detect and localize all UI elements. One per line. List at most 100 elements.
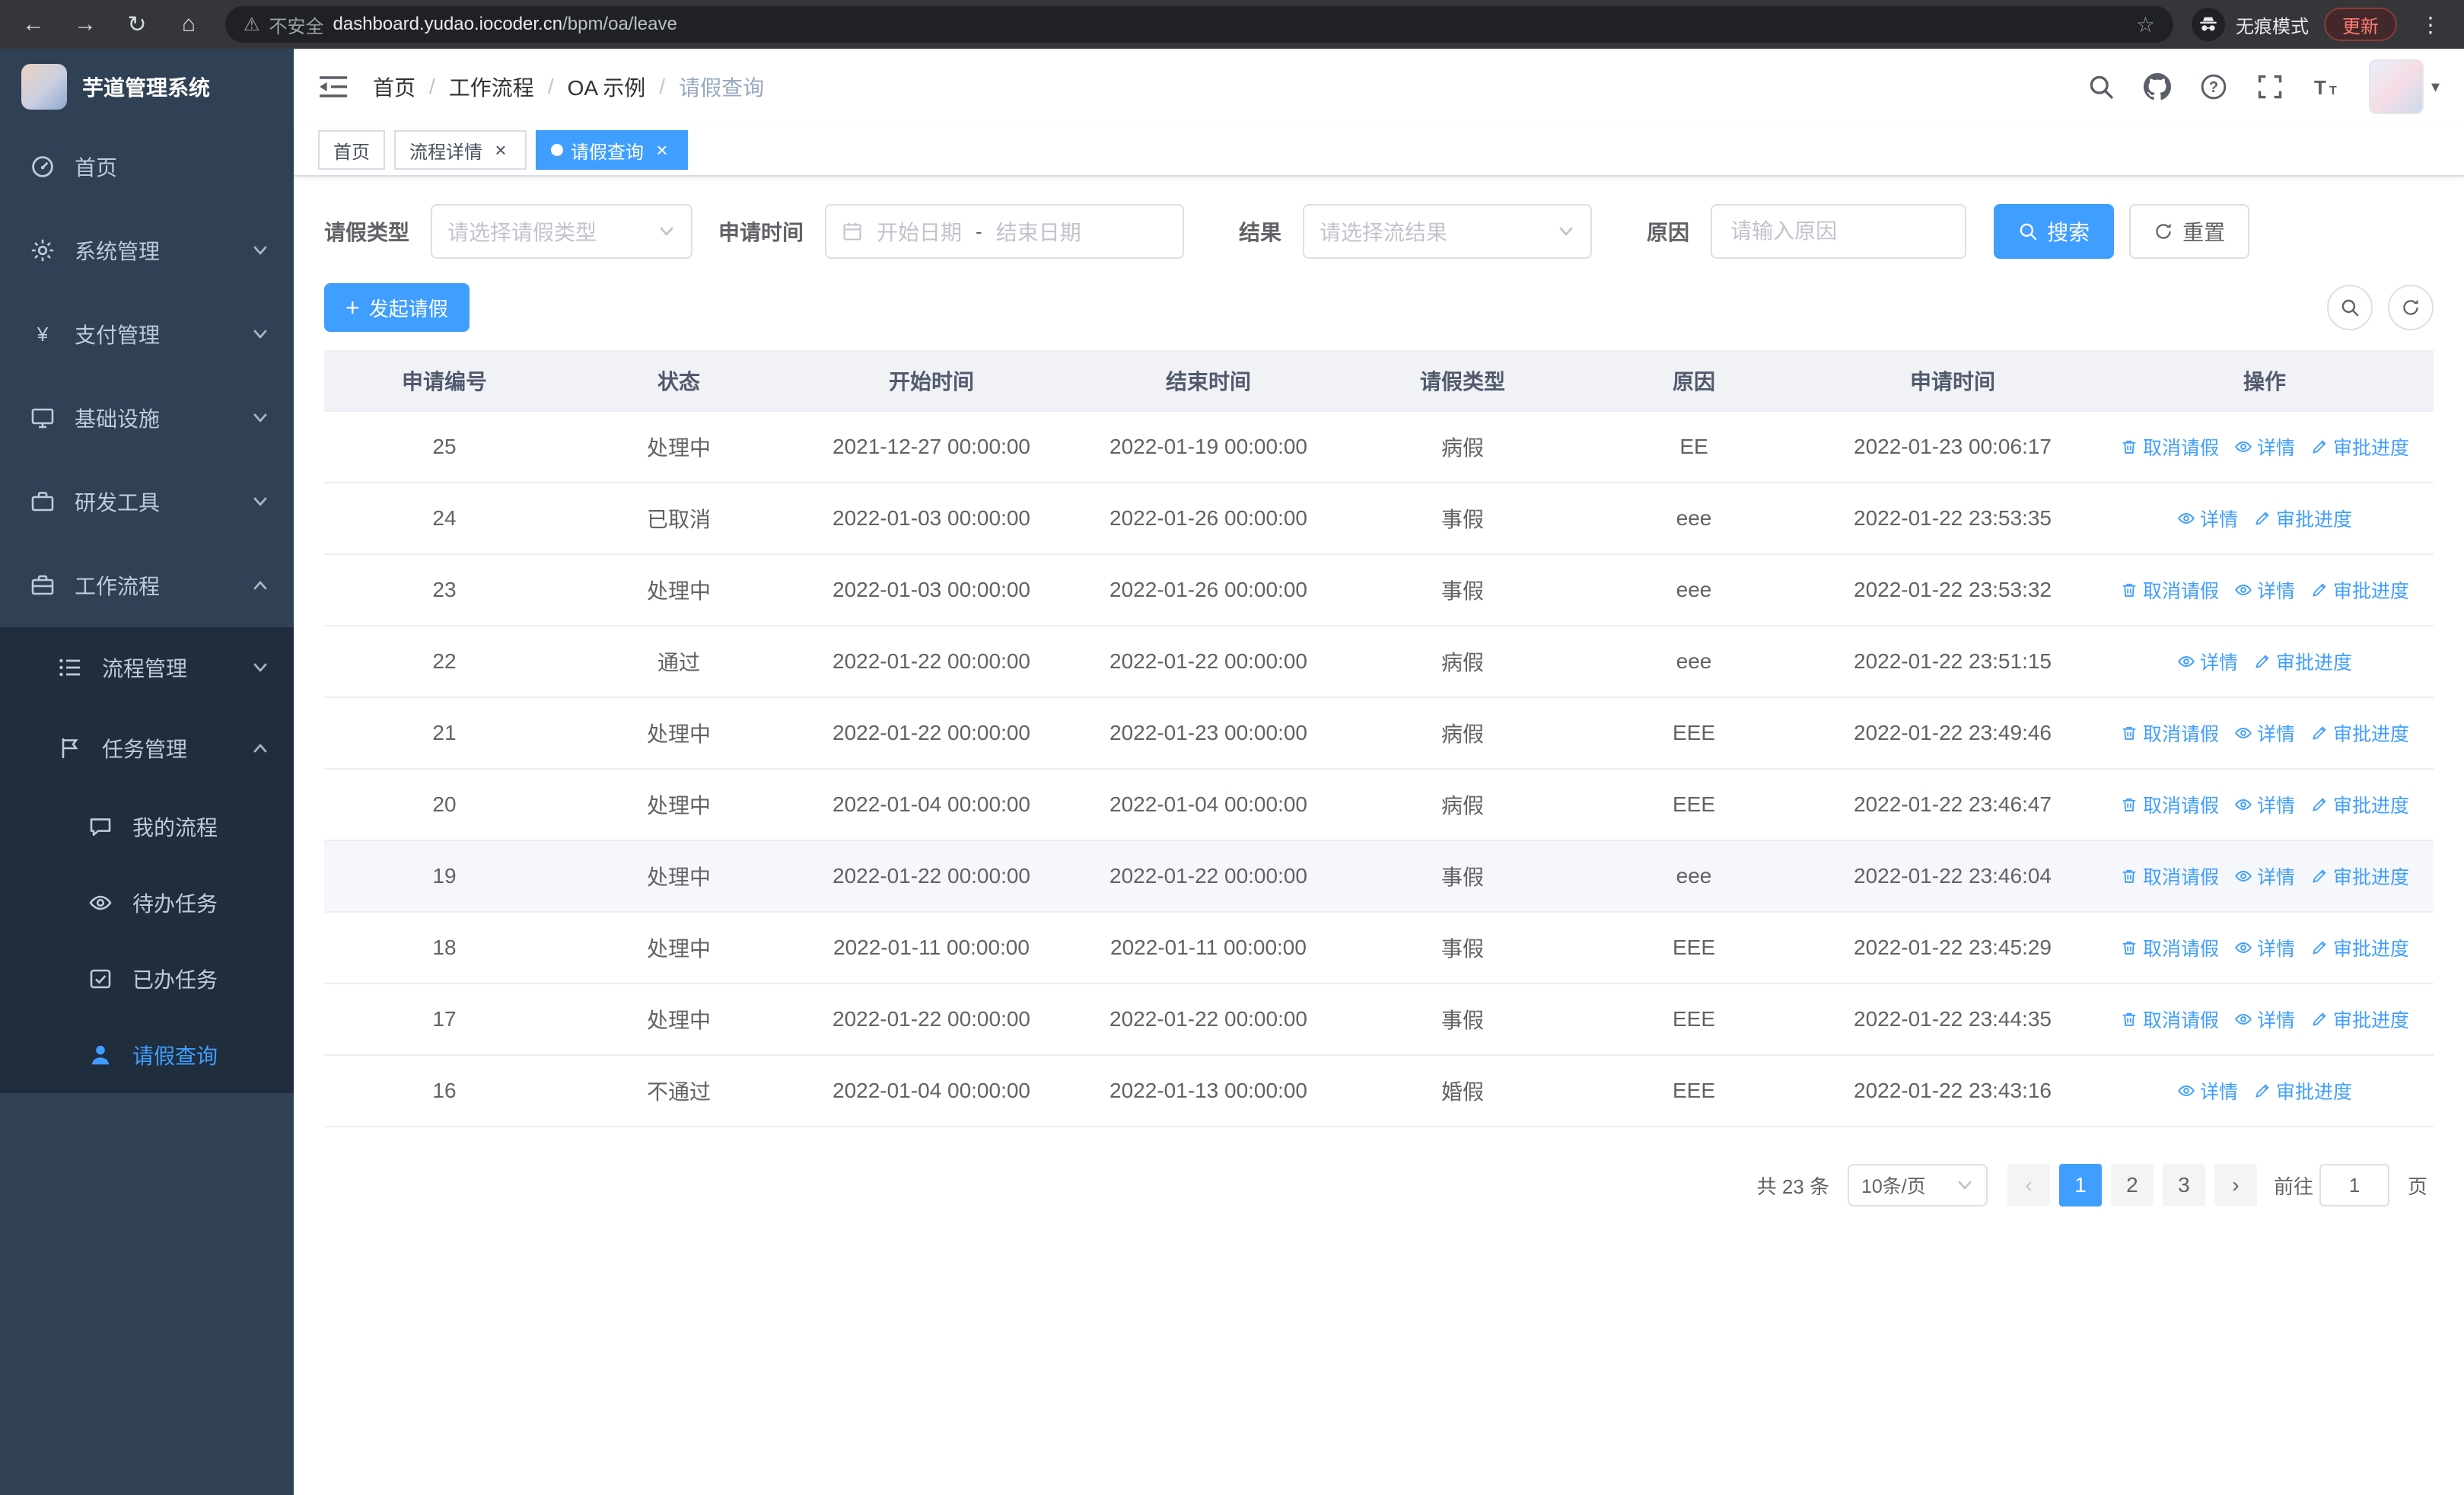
search-button[interactable]: 搜索 xyxy=(1994,204,2115,259)
detail-action-link[interactable]: 详情 xyxy=(2234,433,2295,461)
progress-action-link[interactable]: 审批进度 xyxy=(2310,719,2409,747)
tab-home[interactable]: 首页 xyxy=(318,130,385,170)
detail-action-link[interactable]: 详情 xyxy=(2177,1077,2238,1105)
sidebar-item-system[interactable]: 系统管理 xyxy=(0,209,294,292)
close-tab-icon[interactable]: × xyxy=(651,139,673,161)
refresh-table-button[interactable] xyxy=(2388,285,2434,330)
leave-type-placeholder: 请选择请假类型 xyxy=(447,221,597,244)
progress-action-link[interactable]: 审批进度 xyxy=(2253,505,2352,532)
progress-action-link[interactable]: 审批进度 xyxy=(2310,862,2409,890)
reason-input[interactable] xyxy=(1711,204,1967,259)
apply-time-range-picker[interactable]: 开始日期 - 结束日期 xyxy=(825,204,1185,259)
back-icon[interactable]: ← xyxy=(15,6,52,43)
fullscreen-icon[interactable] xyxy=(2256,73,2284,100)
sidebar-item-leave-query[interactable]: 请假查询 xyxy=(0,1017,294,1093)
cell-reason: EEE xyxy=(1578,697,1810,770)
cell-end_time: 2022-01-23 00:00:00 xyxy=(1070,697,1347,770)
next-page-button[interactable]: › xyxy=(2214,1164,2257,1207)
cell-apply_time: 2022-01-22 23:53:35 xyxy=(1810,483,2096,555)
detail-action-link[interactable]: 详情 xyxy=(2177,648,2238,675)
page-size-select[interactable]: 10条/页 xyxy=(1847,1164,1988,1207)
detail-action-link[interactable]: 详情 xyxy=(2234,576,2295,604)
goto-page-input[interactable] xyxy=(2319,1164,2389,1207)
breadcrumb-item[interactable]: OA 示例 xyxy=(568,72,646,102)
detail-action-link[interactable]: 详情 xyxy=(2234,862,2295,890)
total-count: 共 23 条 xyxy=(1756,1175,1829,1198)
create-leave-button[interactable]: + 发起请假 xyxy=(324,283,470,332)
sidebar-item-payment[interactable]: ¥ 支付管理 xyxy=(0,292,294,376)
page-button-2[interactable]: 2 xyxy=(2110,1164,2154,1207)
column-header: 状态 xyxy=(565,350,793,412)
page-button-1[interactable]: 1 xyxy=(2058,1164,2102,1207)
sidebar-item-infrastructure[interactable]: 基础设施 xyxy=(0,376,294,460)
browser-menu-icon[interactable]: ⋮ xyxy=(2412,6,2449,43)
sidebar-toggle-icon[interactable] xyxy=(318,73,349,100)
result-select[interactable]: 请选择流结果 xyxy=(1303,204,1593,259)
sidebar-item-devtools[interactable]: 研发工具 xyxy=(0,460,294,543)
progress-action-link[interactable]: 审批进度 xyxy=(2253,1077,2352,1105)
detail-action-link[interactable]: 详情 xyxy=(2234,934,2295,961)
help-icon[interactable]: ? xyxy=(2200,73,2227,100)
detail-action-link[interactable]: 详情 xyxy=(2234,1006,2295,1033)
app-logo[interactable]: 芋道管理系统 xyxy=(0,49,294,125)
progress-action-link[interactable]: 审批进度 xyxy=(2310,433,2409,461)
breadcrumb-item[interactable]: 工作流程 xyxy=(449,72,534,102)
forward-icon[interactable]: → xyxy=(67,6,103,43)
tab-process-detail[interactable]: 流程详情 × xyxy=(394,130,527,170)
cancel-action-link[interactable]: 取消请假 xyxy=(2120,576,2219,604)
progress-action-link[interactable]: 审批进度 xyxy=(2310,1006,2409,1033)
detail-action-link[interactable]: 详情 xyxy=(2234,791,2295,818)
cell-id: 16 xyxy=(324,1055,565,1127)
cell-actions: 取消请假 详情 审批进度 xyxy=(2096,697,2434,770)
chat-bubble-icon xyxy=(88,814,113,839)
github-icon[interactable] xyxy=(2143,73,2171,100)
column-header: 原因 xyxy=(1578,350,1810,412)
cancel-action-link[interactable]: 取消请假 xyxy=(2120,934,2219,961)
pencil-icon xyxy=(2310,867,2329,885)
sidebar-item-my-process[interactable]: 我的流程 xyxy=(0,789,294,865)
detail-action-link[interactable]: 详情 xyxy=(2177,505,2238,532)
sidebar-item-process-manage[interactable]: 流程管理 xyxy=(0,627,294,708)
table-row: 24 已取消 2022-01-03 00:00:00 2022-01-26 00:00… xyxy=(324,483,2434,555)
trash-icon xyxy=(2120,724,2138,742)
sidebar-item-workflow[interactable]: 工作流程 xyxy=(0,543,294,627)
reset-button[interactable]: 重置 xyxy=(2129,204,2250,259)
screen: ← → ↻ ⌂ ⚠ 不安全 dashboard.yudao.iocoder.cn… xyxy=(0,0,2464,1495)
reload-icon[interactable]: ↻ xyxy=(119,6,155,43)
progress-action-link[interactable]: 审批进度 xyxy=(2310,576,2409,604)
font-size-icon[interactable]: TT xyxy=(2313,73,2340,100)
sidebar-item-home[interactable]: 首页 xyxy=(0,125,294,209)
progress-action-link[interactable]: 审批进度 xyxy=(2310,791,2409,818)
tab-leave-query[interactable]: 请假查询 × xyxy=(536,130,688,170)
cancel-action-link[interactable]: 取消请假 xyxy=(2120,862,2219,890)
update-button[interactable]: 更新 xyxy=(2324,8,2397,41)
progress-action-link[interactable]: 审批进度 xyxy=(2310,934,2409,961)
cancel-action-link[interactable]: 取消请假 xyxy=(2120,1006,2219,1033)
close-tab-icon[interactable]: × xyxy=(490,139,511,161)
prev-page-button[interactable]: ‹ xyxy=(2007,1164,2050,1207)
sidebar-item-done-tasks[interactable]: 已办任务 xyxy=(0,941,294,1017)
sidebar-item-label: 支付管理 xyxy=(75,324,161,347)
bookmark-star-icon[interactable]: ☆ xyxy=(2136,12,2155,37)
progress-action-link[interactable]: 审批进度 xyxy=(2253,648,2352,675)
caret-down-icon: ▾ xyxy=(2431,77,2440,96)
user-avatar[interactable]: ▾ xyxy=(2368,59,2440,114)
url-bar[interactable]: ⚠ 不安全 dashboard.yudao.iocoder.cn/bpm/oa/… xyxy=(225,6,2173,43)
toggle-search-button[interactable] xyxy=(2327,285,2373,330)
cell-start_time: 2022-01-04 00:00:00 xyxy=(793,769,1070,841)
cancel-action-link[interactable]: 取消请假 xyxy=(2120,791,2219,818)
cell-end_time: 2022-01-22 00:00:00 xyxy=(1070,626,1347,698)
cancel-action-link[interactable]: 取消请假 xyxy=(2120,719,2219,747)
cell-leave_type: 事假 xyxy=(1347,483,1578,555)
cell-start_time: 2022-01-03 00:00:00 xyxy=(793,554,1070,626)
sidebar-item-task-manage[interactable]: 任务管理 xyxy=(0,708,294,789)
cancel-action-link[interactable]: 取消请假 xyxy=(2120,433,2219,461)
breadcrumb-item[interactable]: 首页 xyxy=(373,72,415,102)
page-button-3[interactable]: 3 xyxy=(2162,1164,2205,1207)
detail-action-link[interactable]: 详情 xyxy=(2234,719,2295,747)
home-icon[interactable]: ⌂ xyxy=(170,6,207,43)
gear-icon xyxy=(30,238,55,263)
header-search-icon[interactable] xyxy=(2087,73,2115,100)
leave-type-select[interactable]: 请选择请假类型 xyxy=(431,204,693,259)
sidebar-item-todo-tasks[interactable]: 待办任务 xyxy=(0,865,294,941)
